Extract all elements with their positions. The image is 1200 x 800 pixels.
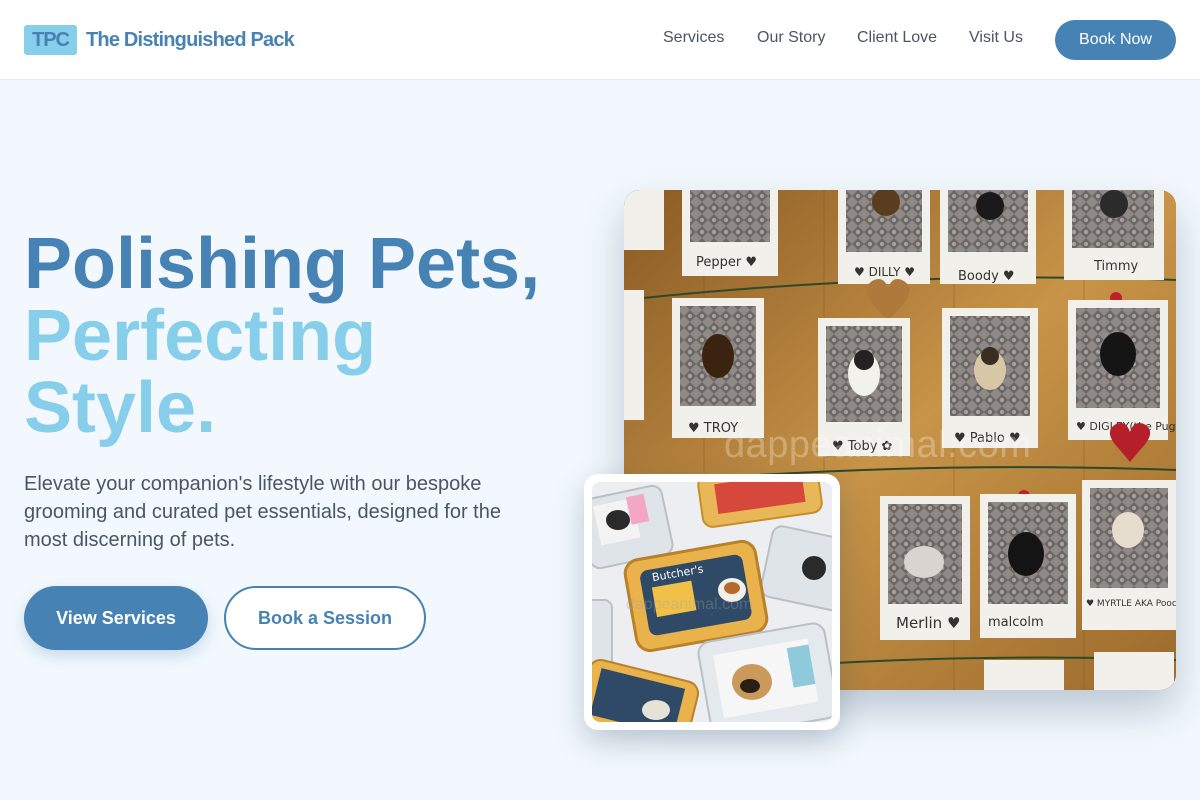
brand-name: The Distinguished Pack — [86, 28, 295, 51]
svg-text:Pepper ♥: Pepper ♥ — [696, 255, 757, 270]
brand-badge: TPC — [24, 25, 77, 55]
svg-text:♥ MYRTLE AKA Pooch Face!: ♥ MYRTLE AKA Pooch Face! — [1086, 599, 1176, 609]
brand-logo[interactable]: TPC The Distinguished Pack — [24, 25, 295, 55]
nav-link-visit-us[interactable]: Visit Us — [969, 29, 1023, 47]
svg-text:Timmy: Timmy — [1093, 259, 1138, 274]
nav-link-client-love[interactable]: Client Love — [857, 29, 937, 47]
view-services-button[interactable]: View Services — [24, 586, 208, 650]
nav-link-our-story[interactable]: Our Story — [757, 29, 825, 47]
svg-text:♥ DILLY ♥: ♥ DILLY ♥ — [854, 265, 915, 279]
headline-line-3: Style. — [24, 368, 217, 448]
site-header: TPC The Distinguished Pack Services Our … — [0, 0, 1200, 80]
book-session-button[interactable]: Book a Session — [224, 586, 426, 650]
headline-line-1: Polishing Pets, — [24, 224, 541, 304]
polaroid-row-1: Pepper ♥ ♥ DILLY ♥ Boody ♥ Timmy — [624, 190, 1164, 284]
hero-subtext: Elevate your companion's lifestyle with … — [24, 473, 501, 551]
headline-line-2: Perfecting — [24, 296, 377, 376]
svg-text:Merlin ♥: Merlin ♥ — [896, 614, 960, 632]
nav-link-services[interactable]: Services — [663, 29, 724, 47]
image-watermark: dappeanimal.com — [724, 424, 1032, 466]
small-image-watermark: dappeanimal.com — [626, 596, 753, 613]
book-now-button[interactable]: Book Now — [1055, 20, 1176, 60]
hero-headline: Polishing Pets, Perfecting Style. — [24, 228, 540, 444]
svg-text:malcolm: malcolm — [988, 615, 1044, 630]
svg-text:Boody ♥: Boody ♥ — [958, 269, 1015, 284]
